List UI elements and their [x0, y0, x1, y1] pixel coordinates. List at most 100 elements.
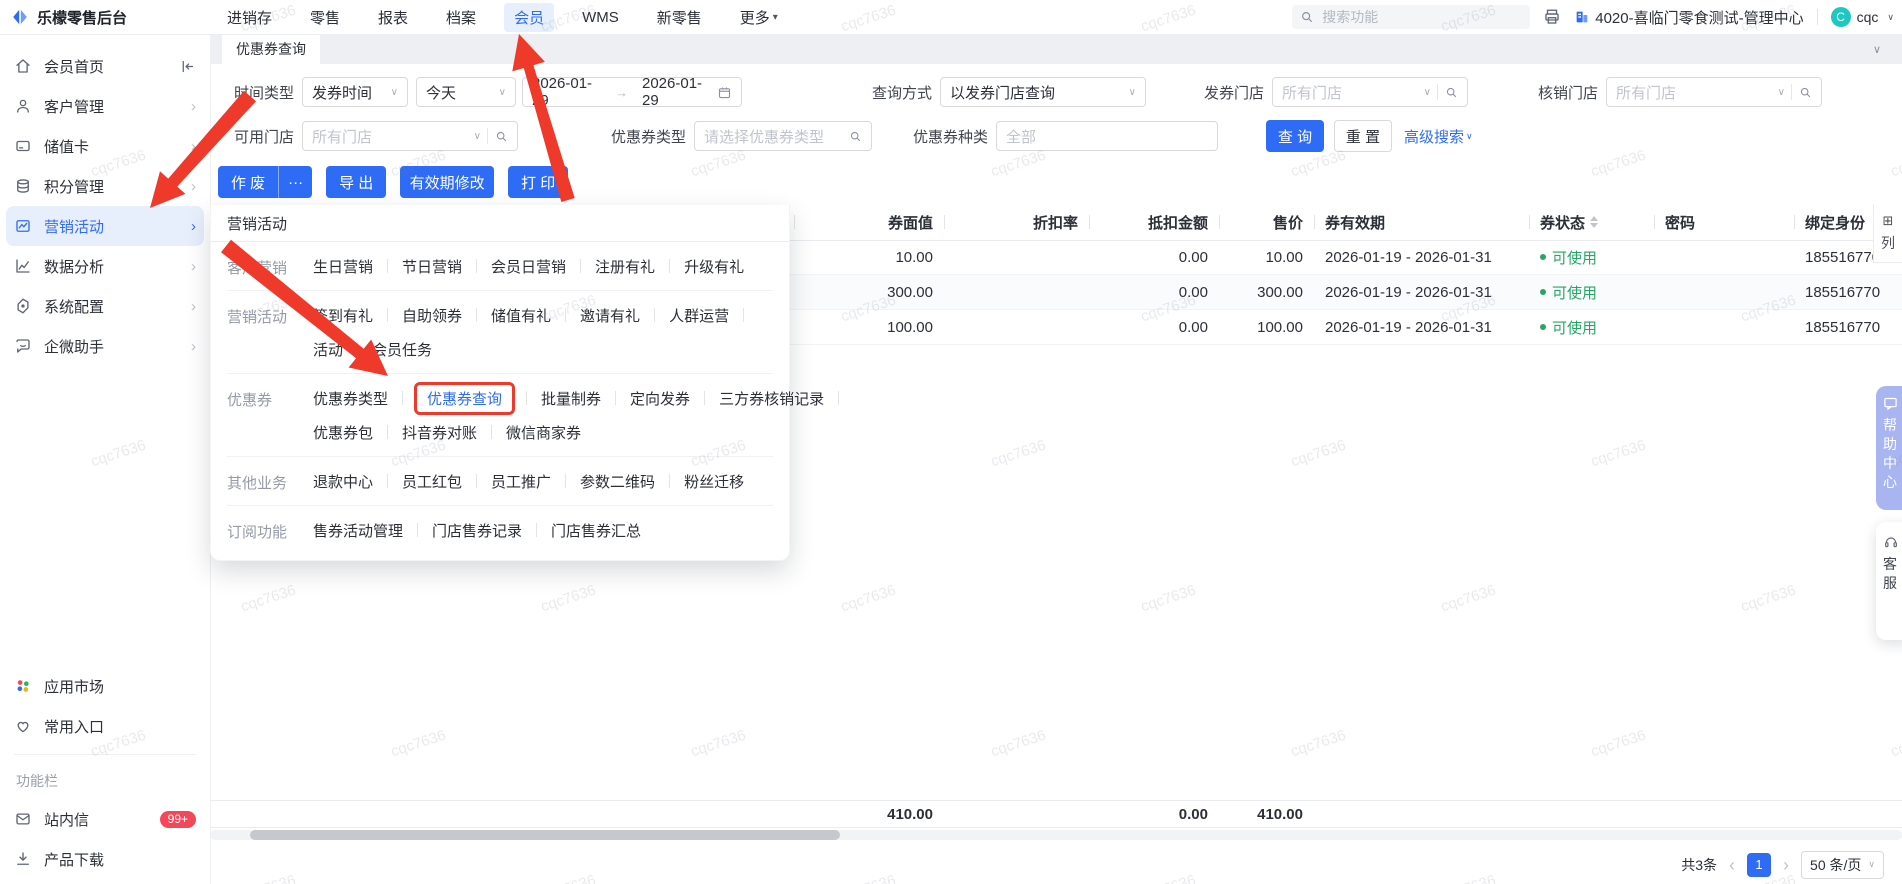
current-page-button[interactable]: 1 — [1747, 852, 1772, 877]
void-more-button[interactable]: ··· — [278, 166, 312, 198]
divider — [1437, 84, 1438, 100]
customer-service-button[interactable]: 客服 — [1876, 522, 1902, 640]
nav-item-new-retail[interactable]: 新零售 — [638, 3, 721, 32]
search-icon[interactable] — [1799, 86, 1812, 99]
sidebar-item-points[interactable]: 积分管理 › — [0, 166, 210, 206]
column-header-password[interactable]: 密码 — [1655, 204, 1795, 240]
menu-item-抖音券对账[interactable]: 抖音券对账 — [402, 422, 477, 443]
void-button[interactable]: 作 废 — [218, 166, 278, 198]
menu-item-批量制券[interactable]: 批量制券 — [541, 388, 601, 409]
void-button-group[interactable]: 作 废 ··· — [218, 166, 313, 198]
sidebar-item-stored-card[interactable]: 储值卡 › — [0, 126, 210, 166]
sidebar-item-downloads[interactable]: 产品下载 — [0, 839, 210, 879]
sidebar-item-files[interactable]: 文件列表 — [0, 879, 210, 884]
tab-overflow-button[interactable]: ∨ — [1862, 34, 1892, 64]
menu-item-签到有礼[interactable]: 签到有礼 — [313, 305, 373, 326]
menu-item-活动[interactable]: 活动 — [313, 339, 343, 360]
menu-item-退款中心[interactable]: 退款中心 — [313, 471, 373, 492]
search-icon[interactable] — [1445, 86, 1458, 99]
search-icon[interactable] — [495, 130, 508, 143]
verify-store-select[interactable]: 所有门店 ∨ — [1606, 77, 1822, 107]
menu-item-人群运营[interactable]: 人群运营 — [669, 305, 729, 326]
query-mode-select[interactable]: 以发券门店查询 ∨ — [940, 77, 1146, 107]
total-count: 共3条 — [1681, 856, 1718, 873]
menu-item-售券活动管理[interactable]: 售券活动管理 — [313, 520, 403, 541]
sidebar-item-customers[interactable]: 客户管理 › — [0, 86, 210, 126]
menu-item-优惠券包[interactable]: 优惠券包 — [313, 422, 373, 443]
date-range-preset-select[interactable]: 今天 ∨ — [416, 77, 516, 107]
menu-item-生日营销[interactable]: 生日营销 — [313, 256, 373, 277]
date-range-picker[interactable]: 2026-01-29 → 2026-01-29 — [522, 75, 742, 109]
prev-page-button[interactable]: ‹ — [1729, 856, 1735, 874]
menu-item-自助领券[interactable]: 自助领券 — [402, 305, 462, 326]
filter-row-1: 时间类型 发券时间 ∨ 今天 ∨ 2026-01-29 → 2026-01-29 — [210, 75, 1902, 109]
column-header-validity[interactable]: 券有效期 — [1315, 204, 1530, 240]
column-header-status[interactable]: 券状态 — [1530, 204, 1655, 240]
divider — [565, 308, 567, 322]
menu-item-定向发券[interactable]: 定向发券 — [630, 388, 690, 409]
global-search[interactable] — [1292, 5, 1531, 29]
issue-store-select[interactable]: 所有门店 ∨ — [1272, 77, 1468, 107]
search-icon[interactable] — [849, 130, 862, 143]
menu-item-员工红包[interactable]: 员工红包 — [402, 471, 462, 492]
menu-item-升级有礼[interactable]: 升级有礼 — [684, 256, 744, 277]
tab-coupon-query[interactable]: 优惠券查询 — [222, 34, 320, 64]
menu-item-微信商家券[interactable]: 微信商家券 — [506, 422, 581, 443]
coupon-kind-input[interactable]: 全部 — [996, 121, 1218, 151]
menu-item-节日营销[interactable]: 节日营销 — [402, 256, 462, 277]
org-selector[interactable]: 4020-喜临门零食测试-管理中心 — [1574, 7, 1804, 28]
menu-item-门店售券汇总[interactable]: 门店售券汇总 — [551, 520, 641, 541]
page-size-select[interactable]: 50 条/页 ∨ — [1801, 850, 1884, 879]
search-input[interactable] — [1320, 8, 1523, 26]
sidebar-item-marketing[interactable]: 营销活动 › — [6, 206, 204, 246]
reset-button[interactable]: 重 置 — [1334, 120, 1392, 152]
nav-item-reports[interactable]: 报表 — [359, 3, 427, 32]
menu-item-员工推广[interactable]: 员工推广 — [491, 471, 551, 492]
sidebar-item-home[interactable]: 会员首页 — [0, 46, 210, 86]
usable-store-select[interactable]: 所有门店 ∨ — [302, 121, 518, 151]
coupon-type-input[interactable]: 请选择优惠券类型 — [694, 121, 872, 151]
nav-item-archives[interactable]: 档案 — [427, 3, 495, 32]
sidebar-item-settings[interactable]: 系统配置 › — [0, 286, 210, 326]
scrollbar-thumb[interactable] — [250, 830, 840, 840]
sidebar-item-wecom[interactable]: 企微助手 › — [0, 326, 210, 366]
nav-item-inventory[interactable]: 进销存 — [208, 3, 291, 32]
menu-item-优惠券查询[interactable]: 优惠券查询 — [414, 381, 516, 415]
menu-item-门店售券记录[interactable]: 门店售券记录 — [432, 520, 522, 541]
next-page-button[interactable]: › — [1783, 856, 1789, 874]
user-menu[interactable]: C cqc ∨ — [1830, 7, 1894, 27]
menu-item-参数二维码[interactable]: 参数二维码 — [580, 471, 655, 492]
sort-icon[interactable] — [1590, 216, 1599, 228]
nav-item-member[interactable]: 会员 — [504, 2, 555, 32]
help-center-button[interactable]: 帮助中心 — [1876, 386, 1902, 510]
column-header-discount[interactable]: 折扣率 — [945, 204, 1090, 240]
advanced-search-link[interactable]: 高级搜索 ∨ — [1404, 126, 1473, 147]
menu-item-储值有礼[interactable]: 储值有礼 — [491, 305, 551, 326]
menu-item-邀请有礼[interactable]: 邀请有礼 — [580, 305, 640, 326]
nav-item-more[interactable]: 更多 ▾ — [721, 3, 797, 32]
column-settings-button[interactable]: ⊞ 列 — [1873, 204, 1902, 263]
menu-item-粉丝迁移[interactable]: 粉丝迁移 — [684, 471, 744, 492]
export-button[interactable]: 导 出 — [326, 166, 387, 198]
column-header-price[interactable]: 售价 — [1220, 204, 1315, 240]
brand[interactable]: 乐檬零售后台 — [10, 7, 200, 28]
column-header-deduct[interactable]: 抵扣金额 — [1090, 204, 1220, 240]
sidebar-item-app-market[interactable]: 应用市场 — [0, 666, 210, 706]
nav-item-retail[interactable]: 零售 — [291, 3, 359, 32]
nav-item-label: 进销存 — [227, 9, 273, 27]
print-button[interactable]: 打 印 — [508, 166, 569, 198]
printer-icon[interactable] — [1543, 8, 1561, 26]
menu-item-会员任务[interactable]: 会员任务 — [372, 339, 432, 360]
nav-item-wms[interactable]: WMS — [563, 5, 638, 30]
column-header-face[interactable]: 券面值 — [795, 204, 945, 240]
search-button[interactable]: 查 询 — [1266, 120, 1324, 152]
menu-item-会员日营销[interactable]: 会员日营销 — [491, 256, 566, 277]
sidebar-item-favorites[interactable]: 常用入口 — [0, 706, 210, 746]
menu-item-注册有礼[interactable]: 注册有礼 — [595, 256, 655, 277]
time-type-select[interactable]: 发券时间 ∨ — [302, 77, 408, 107]
validity-edit-button[interactable]: 有效期修改 — [400, 166, 495, 198]
menu-item-三方券核销记录[interactable]: 三方券核销记录 — [719, 388, 824, 409]
sidebar-item-inbox[interactable]: 站内信 99+ — [0, 799, 210, 839]
sidebar-item-analytics[interactable]: 数据分析 › — [0, 246, 210, 286]
menu-item-优惠券类型[interactable]: 优惠券类型 — [313, 388, 388, 409]
